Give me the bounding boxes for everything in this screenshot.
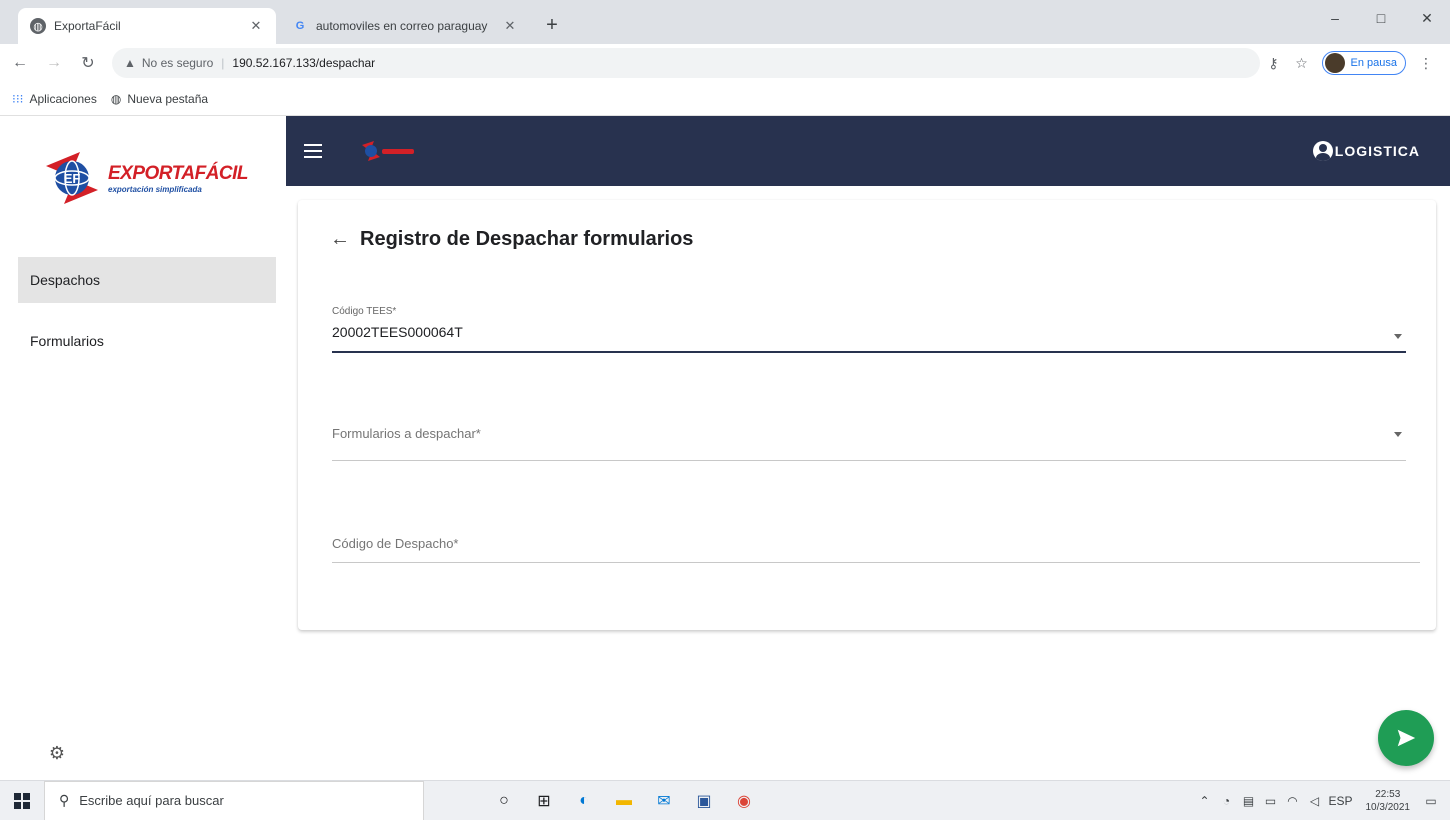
page-title: Registro de Despachar formularios (360, 228, 694, 250)
back-arrow-icon[interactable]: ← (330, 228, 350, 251)
wifi-icon[interactable]: ◠ (1282, 794, 1304, 808)
sidebar-item-formularios[interactable]: Formularios (18, 318, 276, 364)
tab-title: ExportaFácil (54, 19, 121, 33)
warning-icon[interactable]: ▲ (124, 56, 136, 70)
send-icon (1397, 729, 1416, 747)
kebab-menu-icon[interactable]: ⋮ (1412, 55, 1440, 72)
logo-brand: EXPORTAFÁCIL (108, 162, 249, 184)
user-label: LOGISTICA (1334, 143, 1420, 159)
close-tab-icon[interactable]: ✕ (502, 18, 518, 34)
language-indicator[interactable]: ESP (1326, 794, 1356, 808)
search-icon: ⚲ (59, 792, 70, 808)
codigo-tees-select[interactable]: Código TEES* 20002TEES000064T (332, 302, 1406, 354)
formularios-placeholder: Formularios a despachar* (332, 426, 481, 441)
apps-grid-icon: ⁝⁝⁝ (12, 91, 24, 106)
notifications-icon[interactable]: ▭ (1420, 794, 1442, 808)
separator: | (221, 56, 225, 70)
bookmark-label: Aplicaciones (29, 91, 97, 106)
mail-icon[interactable]: ✉ (644, 781, 684, 820)
minimize-button[interactable]: – (1312, 0, 1358, 36)
key-icon[interactable]: ⚷ (1260, 55, 1288, 72)
sidebar: EF EXPORTAFÁCIL exportación simplificada… (0, 116, 286, 780)
globe-logo-icon: EF (40, 146, 104, 210)
header-logo-icon (358, 139, 420, 163)
clock-time: 22:53 (1375, 788, 1401, 800)
forward-icon[interactable]: → (40, 49, 68, 77)
reload-icon[interactable]: ↻ (74, 49, 102, 77)
codigo-tees-value: 20002TEES000064T (332, 324, 463, 340)
word-icon[interactable]: ▣ (684, 781, 724, 820)
tray-app-icon[interactable]: ▤ (1238, 794, 1260, 808)
star-icon[interactable]: ☆ (1288, 55, 1316, 72)
exportafacil-logo[interactable]: EF EXPORTAFÁCIL exportación simplificada (40, 140, 250, 216)
field-underline (332, 351, 1406, 353)
clock[interactable]: 22:53 10/3/2021 (1366, 788, 1411, 814)
google-icon: G (295, 20, 305, 32)
chevron-down-icon[interactable] (1394, 432, 1402, 437)
taskbar-search-placeholder: Escribe aquí para buscar (79, 793, 224, 808)
globe-icon: ◍ (110, 91, 122, 106)
chevron-down-icon[interactable] (1394, 334, 1402, 339)
avatar (1324, 53, 1345, 73)
tray-app-icon[interactable]: ◔ (1216, 794, 1238, 808)
field-underline (332, 562, 1420, 563)
maximize-button[interactable]: □ (1358, 0, 1404, 36)
chrome-icon[interactable]: ◉ (724, 781, 764, 820)
bookmark-apps[interactable]: ⁝⁝⁝ Aplicaciones (12, 92, 97, 106)
url-text: 190.52.167.133/despachar (232, 56, 376, 70)
system-tray: ⌃ ◔ ▤ ▭ ◠ ◁ ESP 22:53 10/3/2021 ▭ (1194, 788, 1450, 814)
card-header: ← Registro de Despachar formularios (330, 228, 693, 251)
account-circle-icon (1312, 141, 1333, 161)
logo-text: EXPORTAFÁCIL exportación simplificada (108, 162, 249, 194)
codigo-despacho-placeholder: Código de Despacho* (332, 536, 459, 551)
tab-title: automoviles en correo paraguay (316, 19, 488, 33)
toolbar-actions: ⚷ ☆ En pausa ⋮ (1260, 51, 1440, 75)
profile-label: En pausa (1350, 57, 1397, 69)
send-button[interactable] (1378, 710, 1434, 766)
user-menu[interactable]: LOGISTICA (1312, 141, 1420, 161)
edge-icon[interactable]: ◐ (564, 781, 604, 820)
cortana-icon[interactable]: ○ (484, 781, 524, 820)
bookmark-new-tab[interactable]: ◍ Nueva pestaña (111, 92, 208, 106)
hamburger-menu-icon[interactable] (304, 139, 328, 163)
logo-tagline: exportación simplificada (108, 184, 202, 194)
windows-start-icon[interactable] (0, 781, 44, 820)
close-window-button[interactable]: ✕ (1404, 0, 1450, 36)
bookmarks-bar: ⁝⁝⁝ Aplicaciones ◍ Nueva pestaña (0, 82, 1450, 116)
task-view-icon[interactable]: ⊞ (524, 781, 564, 820)
browser-toolbar: ← → ↻ ▲ No es seguro | 190.52.167.133/de… (0, 44, 1450, 82)
globe-icon: ◍ (30, 18, 46, 34)
taskbar-apps: ○ ⊞ ◐ ▬ ✉ ▣ ◉ (484, 781, 764, 820)
form-card: ← Registro de Despachar formularios Códi… (298, 200, 1436, 630)
file-explorer-icon[interactable]: ▬ (604, 781, 644, 820)
taskbar-search-input[interactable]: ⚲ Escribe aquí para buscar (44, 780, 424, 820)
volume-icon[interactable]: ◁ (1304, 794, 1326, 808)
network-icon[interactable]: ▭ (1260, 794, 1282, 808)
back-icon[interactable]: ← (6, 49, 34, 77)
profile-button[interactable]: En pausa (1321, 51, 1406, 75)
address-bar[interactable]: ▲ No es seguro | 190.52.167.133/despacha… (112, 48, 1260, 78)
codigo-tees-label: Código TEES* (332, 306, 397, 317)
gear-icon[interactable]: ⚙ (46, 742, 68, 764)
security-label: No es seguro (141, 56, 214, 70)
new-tab-button[interactable]: + (540, 14, 564, 38)
clock-date: 10/3/2021 (1365, 801, 1411, 813)
windows-taskbar: ⚲ Escribe aquí para buscar ○ ⊞ ◐ ▬ ✉ ▣ ◉… (0, 780, 1450, 820)
browser-tab[interactable]: G automoviles en correo paraguay ✕ (280, 8, 530, 44)
browser-tab-active[interactable]: ◍ ExportaFácil ✕ (18, 8, 276, 44)
sidebar-item-despachos[interactable]: Despachos (18, 257, 276, 303)
codigo-despacho-input[interactable]: Código de Despacho* (332, 526, 1420, 566)
close-tab-icon[interactable]: ✕ (248, 18, 264, 34)
field-underline (332, 460, 1406, 461)
svg-text:EF: EF (64, 171, 81, 186)
bookmark-label: Nueva pestaña (127, 91, 209, 106)
app-header: LOGISTICA (286, 116, 1450, 186)
chevron-up-icon[interactable]: ⌃ (1194, 794, 1216, 808)
formularios-select[interactable]: Formularios a despachar* (332, 412, 1406, 464)
window-controls: – □ ✕ (1312, 0, 1450, 36)
browser-tabstrip: ◍ ExportaFácil ✕ G automoviles en correo… (0, 0, 1450, 44)
